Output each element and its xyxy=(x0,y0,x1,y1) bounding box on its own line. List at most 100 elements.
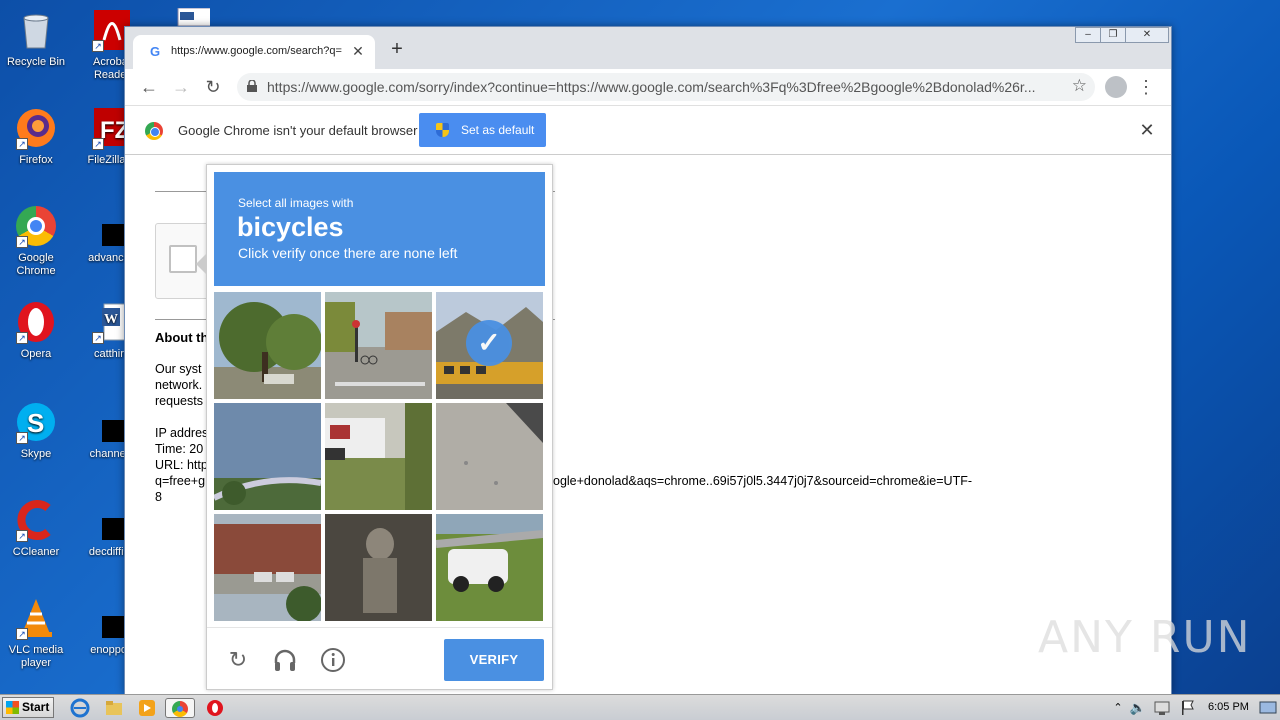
action-center-flag-icon[interactable] xyxy=(1178,698,1198,718)
volume-icon[interactable]: 🔈 xyxy=(1128,698,1148,718)
tab-close-icon[interactable]: ✕ xyxy=(349,42,367,60)
desktop-icon-opera[interactable]: ↗ Opera xyxy=(0,300,72,361)
taskbar: Start ⌃ 🔈 6:05 PM xyxy=(0,694,1280,720)
captcha-tile[interactable]: ✓ xyxy=(436,292,543,399)
chrome-icon: ↗ xyxy=(14,204,58,248)
back-button[interactable]: ← xyxy=(137,75,161,99)
close-window-button[interactable]: ✕ xyxy=(1125,27,1169,43)
show-desktop-icon[interactable] xyxy=(1258,698,1278,718)
about-heading: About th xyxy=(155,330,209,345)
default-browser-infobar: Google Chrome isn't your default browser… xyxy=(125,105,1171,155)
popup-pointer xyxy=(196,253,207,275)
shortcut-arrow-icon: ↗ xyxy=(92,138,104,150)
lock-icon xyxy=(247,80,257,92)
url-line-cont: q=free+g xyxy=(155,474,206,488)
vlc-cone-icon: ↗ xyxy=(14,596,58,640)
shortcut-arrow-icon: ↗ xyxy=(92,40,104,52)
info-icon[interactable] xyxy=(320,647,346,673)
desktop-icon-label: Skype xyxy=(20,448,52,460)
shortcut-arrow-icon: ↗ xyxy=(16,432,28,444)
shortcut-arrow-icon: ↗ xyxy=(16,138,28,150)
captcha-tile[interactable] xyxy=(436,403,543,510)
infobar-close-icon[interactable]: ✕ xyxy=(1137,118,1157,142)
google-favicon-icon: G xyxy=(149,44,161,59)
firefox-icon: ↗ xyxy=(14,106,58,150)
chrome-taskbar-button[interactable] xyxy=(165,698,195,718)
para-line: requests xyxy=(155,394,203,408)
bookmark-star-icon[interactable]: ☆ xyxy=(1072,76,1087,96)
anyrun-watermark: ANY RUN xyxy=(1038,612,1252,663)
shortcut-arrow-icon: ↗ xyxy=(16,332,28,344)
audio-challenge-headphones-icon[interactable] xyxy=(272,647,298,673)
desktop-icon-vlc[interactable]: ↗ VLC media player xyxy=(0,596,72,670)
captcha-tile[interactable] xyxy=(214,403,321,510)
explorer-folder-icon[interactable] xyxy=(104,698,124,718)
desktop-icon-chrome[interactable]: ↗ Google Chrome xyxy=(0,204,72,278)
reload-challenge-icon[interactable]: ↻ xyxy=(225,647,251,673)
desktop-icon-ccleaner[interactable]: ↗ CCleaner xyxy=(0,498,72,559)
captcha-tile[interactable] xyxy=(214,292,321,399)
opera-taskbar-icon[interactable] xyxy=(205,698,225,718)
svg-text:S: S xyxy=(27,408,44,438)
desktop-icon-recycle-bin[interactable]: Recycle Bin xyxy=(0,8,72,69)
minimize-button[interactable]: – xyxy=(1075,27,1101,43)
ip-line: IP addres xyxy=(155,426,209,440)
tab-strip: G https://www.google.com/search?q= ✕ + –… xyxy=(125,27,1171,69)
recaptcha-checkbox[interactable] xyxy=(169,245,197,273)
url-text: https://www.google.com/sorry/index?conti… xyxy=(267,79,1036,95)
address-bar[interactable]: https://www.google.com/sorry/index?conti… xyxy=(237,73,1095,101)
captcha-tile[interactable] xyxy=(325,292,432,399)
captcha-tile[interactable] xyxy=(214,514,321,621)
desktop-icon-label: Recycle Bin xyxy=(6,56,66,68)
desktop-icon-firefox[interactable]: ↗ Firefox xyxy=(0,106,72,167)
chrome-logo-icon xyxy=(145,122,163,140)
show-hidden-icons-icon[interactable]: ⌃ xyxy=(1108,698,1128,718)
system-clock[interactable]: 6:05 PM xyxy=(1208,701,1249,713)
document-icon xyxy=(166,7,225,27)
ie-icon[interactable] xyxy=(70,698,90,718)
tab-title: https://www.google.com/search?q= xyxy=(171,45,342,57)
set-as-default-button[interactable]: Set as default xyxy=(419,113,546,147)
chrome-menu-icon[interactable]: ⋮ xyxy=(1137,75,1155,99)
media-player-icon[interactable] xyxy=(137,698,157,718)
tile-selected-check-icon: ✓ xyxy=(466,320,512,366)
url-line-end: 8 xyxy=(155,490,162,504)
restore-button[interactable]: ❐ xyxy=(1100,27,1126,43)
profile-avatar-icon[interactable] xyxy=(1105,76,1127,98)
para-line: network. xyxy=(155,378,203,392)
desktop-icon-label: Opera xyxy=(20,348,52,360)
network-icon[interactable] xyxy=(1152,698,1172,718)
svg-text:W: W xyxy=(104,312,118,327)
shortcut-arrow-icon: ↗ xyxy=(92,332,104,344)
shield-icon xyxy=(436,123,449,137)
tab-google-search[interactable]: G https://www.google.com/search?q= ✕ xyxy=(133,35,375,69)
shortcut-arrow-icon: ↗ xyxy=(16,628,28,640)
browser-toolbar: ← → ↻ https://www.google.com/sorry/index… xyxy=(125,69,1171,105)
opera-icon: ↗ xyxy=(14,300,58,344)
start-button[interactable]: Start xyxy=(2,697,54,718)
verify-button[interactable]: VERIFY xyxy=(444,639,544,681)
ccleaner-icon: ↗ xyxy=(14,498,58,542)
desktop-icon-skype[interactable]: S ↗ Skype xyxy=(0,400,72,461)
time-line: Time: 20 xyxy=(155,442,204,456)
new-tab-button[interactable]: + xyxy=(387,39,407,60)
recaptcha-challenge: Select all images with bicycles Click ve… xyxy=(196,164,553,691)
recycle-bin-icon xyxy=(14,8,58,52)
start-label: Start xyxy=(22,700,50,714)
forward-button[interactable]: → xyxy=(169,75,193,99)
reload-button[interactable]: ↻ xyxy=(201,75,225,99)
para-line: Our syst xyxy=(155,362,202,376)
url-line-tail: ogle+donolad&aqs=chrome..69i57j0l5.3447j… xyxy=(553,474,973,488)
captcha-tile[interactable] xyxy=(436,514,543,621)
captcha-tile[interactable] xyxy=(325,403,432,510)
instruction-target: bicycles xyxy=(237,212,344,242)
desktop-icon-label: VLC media player xyxy=(8,644,64,669)
desktop-icon-label: CCleaner xyxy=(12,546,60,558)
windows-logo-icon xyxy=(6,701,19,714)
challenge-footer: ↻ VERIFY xyxy=(207,627,552,691)
shortcut-arrow-icon: ↗ xyxy=(16,530,28,542)
captcha-tile[interactable] xyxy=(325,514,432,621)
challenge-header: Select all images with bicycles Click ve… xyxy=(214,172,545,286)
instruction-small: Select all images with xyxy=(238,196,354,210)
url-line: URL: http xyxy=(155,458,208,472)
